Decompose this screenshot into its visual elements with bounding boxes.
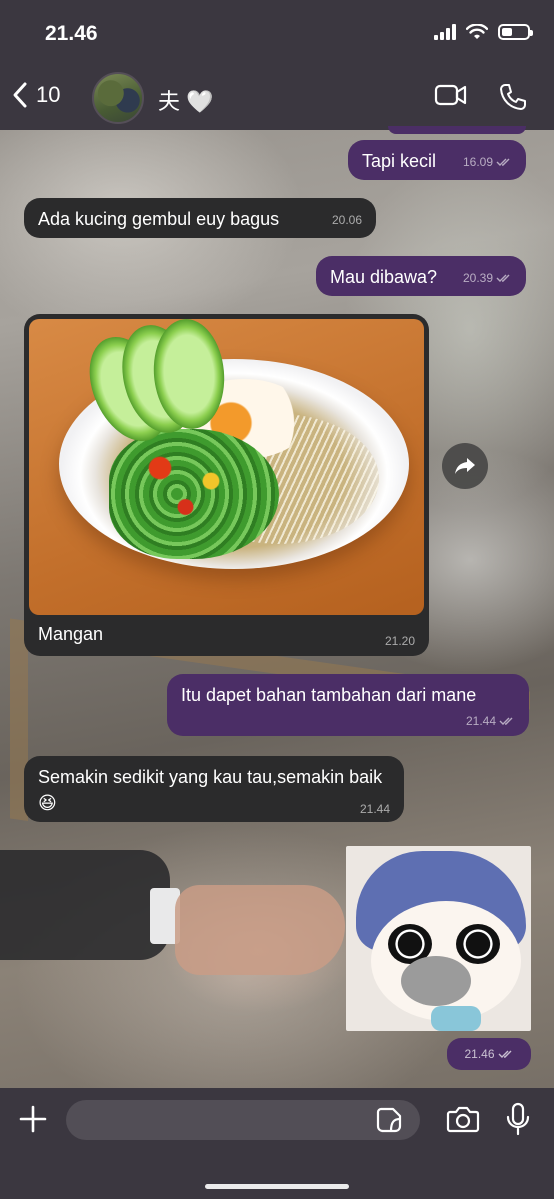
home-indicator[interactable] [205,1184,349,1189]
wifi-icon [466,24,488,39]
photo-message[interactable]: Mangan 21.20 [24,314,429,656]
read-ticks-icon [496,274,510,282]
message-composer [0,1088,554,1199]
sticker-bow [431,1006,481,1031]
sticker-message[interactable] [346,846,531,1031]
photo-greens [109,429,279,559]
message-time: 16.09 [462,155,493,169]
voice-call-icon[interactable] [498,82,528,112]
sticker-eye [456,924,500,964]
forward-button[interactable] [442,443,488,489]
forward-icon [455,458,475,474]
message-text: Ada kucing gembul euy bagus [38,209,280,229]
message-time: 21.44 [465,714,496,728]
message-input[interactable] [66,1100,420,1140]
message-time: 21.46 [464,1047,495,1061]
sticker-icon[interactable] [376,1107,402,1133]
message-text: Mau dibawa? [330,267,438,287]
back-chevron-icon [13,82,27,108]
message-text: Tapi kecil [362,151,437,171]
read-ticks-icon [496,158,510,166]
header-actions [434,82,528,112]
food-photo[interactable] [29,319,424,615]
plus-icon[interactable] [18,1104,48,1134]
video-call-icon[interactable] [434,82,468,108]
unread-count: 10 [36,82,61,107]
message-bubble-outgoing[interactable]: Tapi kecil 16.09 [348,140,526,180]
microphone-icon[interactable] [505,1102,531,1136]
wallpaper-sleeve [0,850,170,960]
previous-message-peek [388,126,526,134]
battery-icon [498,24,533,40]
contact-name[interactable]: 夫 🤍 [158,84,214,116]
status-time: 21.46 [45,22,98,45]
message-bubble-incoming[interactable]: Ada kucing gembul euy bagus 20.06 [24,198,376,238]
camera-icon[interactable] [446,1105,480,1133]
message-bubble-outgoing[interactable]: Mau dibawa? 20.39 [316,256,526,296]
message-bubble-incoming[interactable]: Semakin sedikit yang kau tau,semakin bai… [24,756,404,822]
message-time: 20.06 [331,213,362,227]
message-bubble-outgoing[interactable]: Itu dapet bahan tambahan dari mane 21.44 [167,674,529,736]
contact-avatar[interactable] [92,72,144,124]
message-time: 21.20 [384,634,415,648]
message-time: 20.39 [462,271,493,285]
photo-caption: Mangan [38,624,104,644]
cellular-signal-icon [434,24,456,40]
back-button[interactable]: 10 [10,80,60,110]
message-text: Itu dapet bahan tambahan dari mane [181,685,477,705]
read-ticks-icon [499,717,513,725]
sticker-timestamp: 21.46 [447,1038,531,1070]
read-ticks-icon [498,1050,512,1058]
message-time: 21.44 [359,802,390,816]
status-icons [434,24,533,40]
chat-header: 21.46 10 夫 🤍 [0,0,554,130]
sticker-microphone [401,956,471,1006]
wallpaper-hand [175,885,345,975]
message-text: Semakin sedikit yang kau tau,semakin bai… [38,767,383,814]
